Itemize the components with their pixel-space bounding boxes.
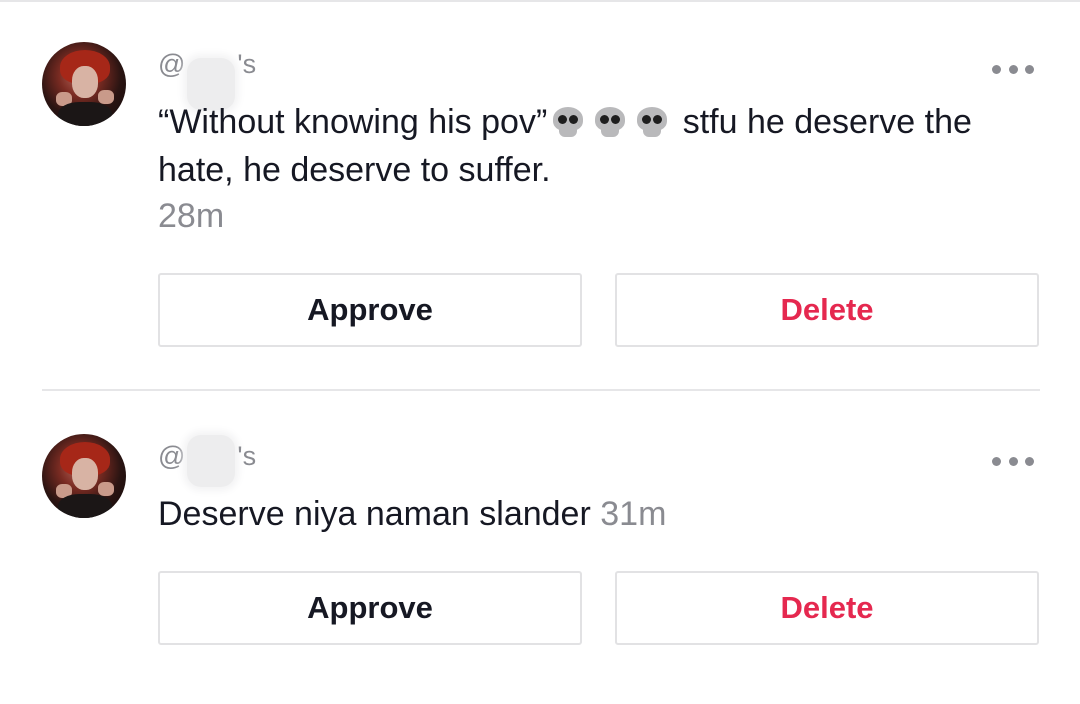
redacted-username — [187, 435, 236, 487]
avatar-body — [58, 494, 112, 518]
username[interactable]: @ 's — [158, 435, 257, 487]
comment-time: 28m — [158, 197, 225, 235]
comment-text: “Without knowing his pov” stfu he deserv… — [158, 98, 1038, 194]
avatar[interactable] — [42, 434, 126, 518]
avatar-body — [58, 102, 112, 126]
avatar-hand — [98, 90, 114, 104]
dot — [1008, 64, 1018, 74]
more-options-icon[interactable] — [992, 63, 1034, 75]
comment-text-part: “Without knowing his pov” — [158, 103, 548, 141]
comment-text-part: Deserve niya naman slander — [158, 495, 591, 533]
avatar-face — [72, 66, 98, 98]
dot — [1025, 64, 1034, 74]
dot — [992, 456, 1001, 466]
avatar[interactable] — [42, 42, 126, 126]
username-at: @ — [158, 48, 186, 79]
dot — [1025, 456, 1034, 466]
username-suffix: 's — [237, 440, 257, 471]
comment-divider — [42, 389, 1040, 391]
skull-emoji-icon — [635, 107, 669, 137]
dot — [1008, 456, 1018, 466]
comment-item: @ 's Deserve niya naman slander 31m Appr… — [0, 392, 1080, 704]
skull-emoji-icon — [551, 107, 585, 137]
username[interactable]: @ 's — [158, 48, 257, 110]
comment-text: Deserve niya naman slander 31m — [158, 490, 666, 538]
avatar-hand — [98, 482, 114, 496]
username-at: @ — [158, 440, 186, 471]
comment-time: 31m — [600, 495, 667, 533]
dot — [992, 64, 1001, 74]
delete-button[interactable]: Delete — [615, 273, 1039, 347]
avatar-face — [72, 458, 98, 490]
delete-button[interactable]: Delete — [615, 571, 1039, 645]
comment-item: @ 's “Without knowing his pov” stfu he d… — [0, 0, 1080, 392]
approve-button[interactable]: Approve — [158, 571, 582, 645]
username-suffix: 's — [237, 48, 257, 79]
skull-emoji-icon — [593, 107, 627, 137]
approve-button[interactable]: Approve — [158, 273, 582, 347]
more-options-icon[interactable] — [992, 455, 1034, 467]
